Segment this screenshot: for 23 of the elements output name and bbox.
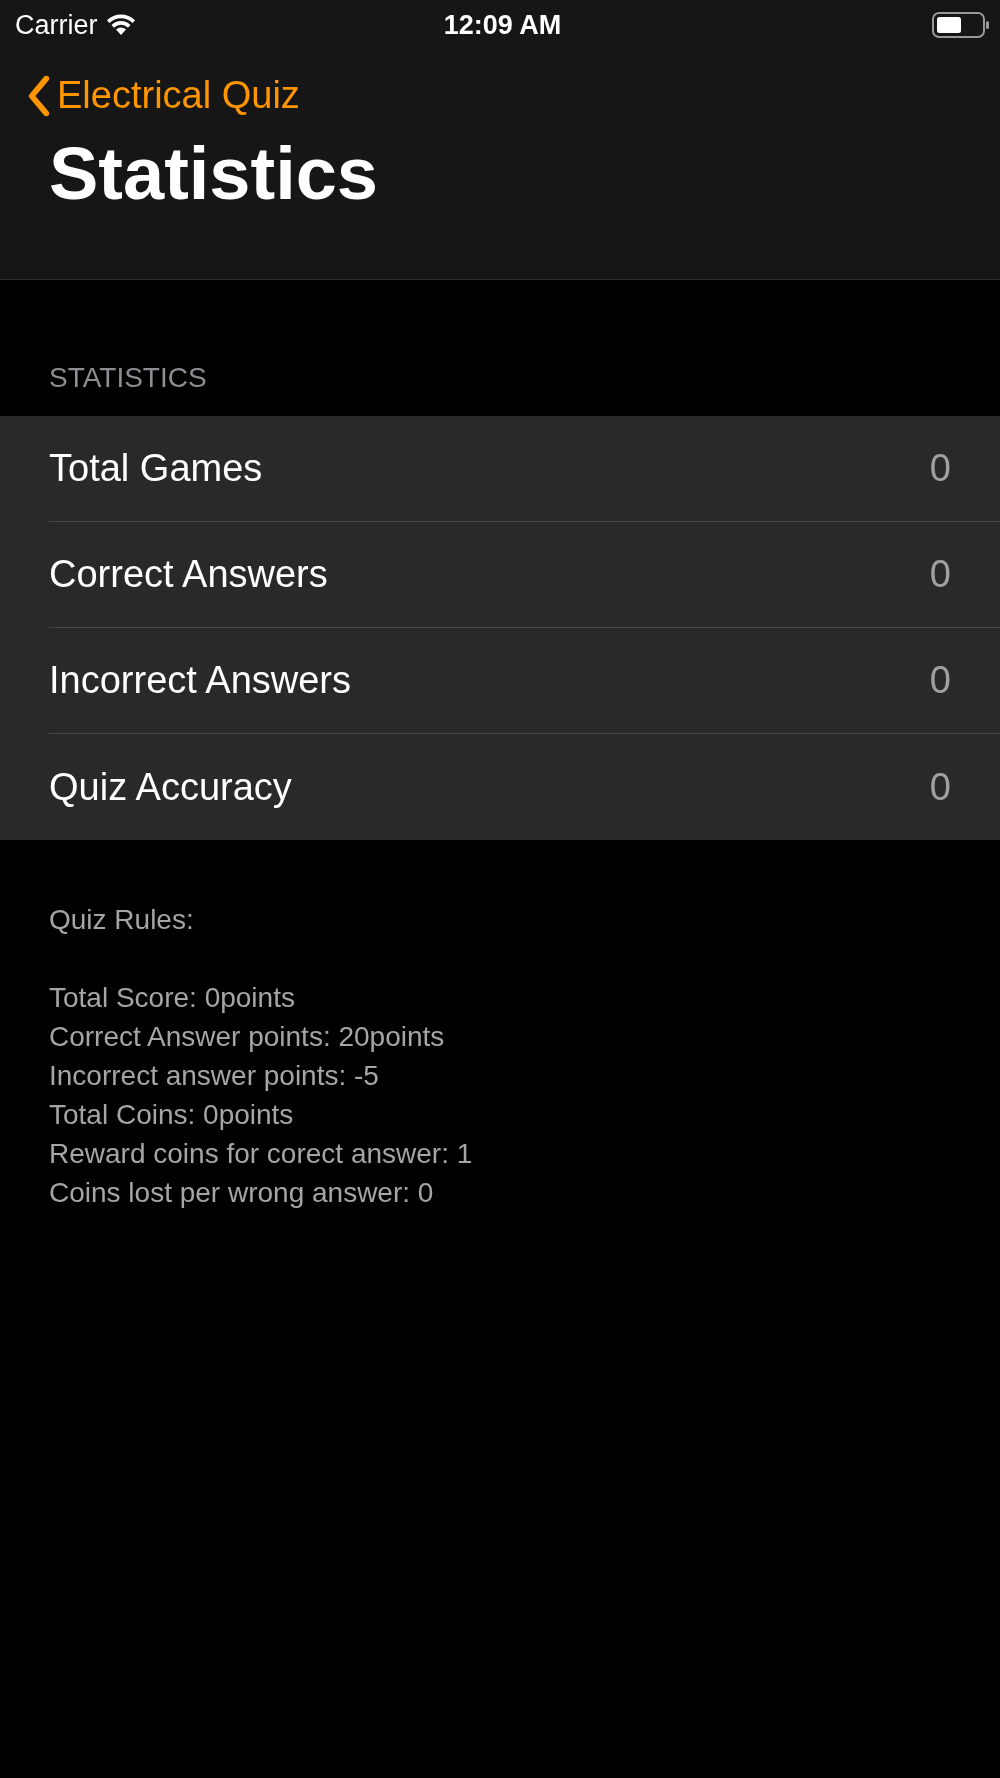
row-value: 0 [929,447,951,490]
rules-heading: Quiz Rules: [49,903,195,937]
row-label: Total Games [49,447,263,490]
rule-line: Coins lost per wrong answer: 0 [49,1176,435,1210]
rule-line: Incorrect answer points: -5 [49,1059,380,1093]
row-label: Quiz Accuracy [49,765,292,809]
row-label: Incorrect Answers [49,659,351,702]
row-value: 0 [929,765,951,809]
clock-time: 12:09 AM [443,9,562,41]
wifi-icon [105,14,136,36]
row-value: 0 [929,659,951,702]
rule-line: Total Score: 0points [49,981,296,1015]
chevron-left-icon [27,75,51,116]
page-title: Statistics [49,137,380,211]
section-header: STATISTICS [48,362,208,395]
rule-line: Total Coins: 0points [49,1098,295,1132]
carrier-label: Carrier [15,9,98,41]
row-label: Correct Answers [49,553,328,596]
back-button[interactable]: Electrical Quiz [31,74,300,117]
battery-icon [932,12,990,38]
rule-line: Correct Answer points: 20points [49,1020,446,1054]
rule-line: Reward coins for corect answer: 1 [49,1137,474,1171]
row-value: 0 [929,553,951,596]
